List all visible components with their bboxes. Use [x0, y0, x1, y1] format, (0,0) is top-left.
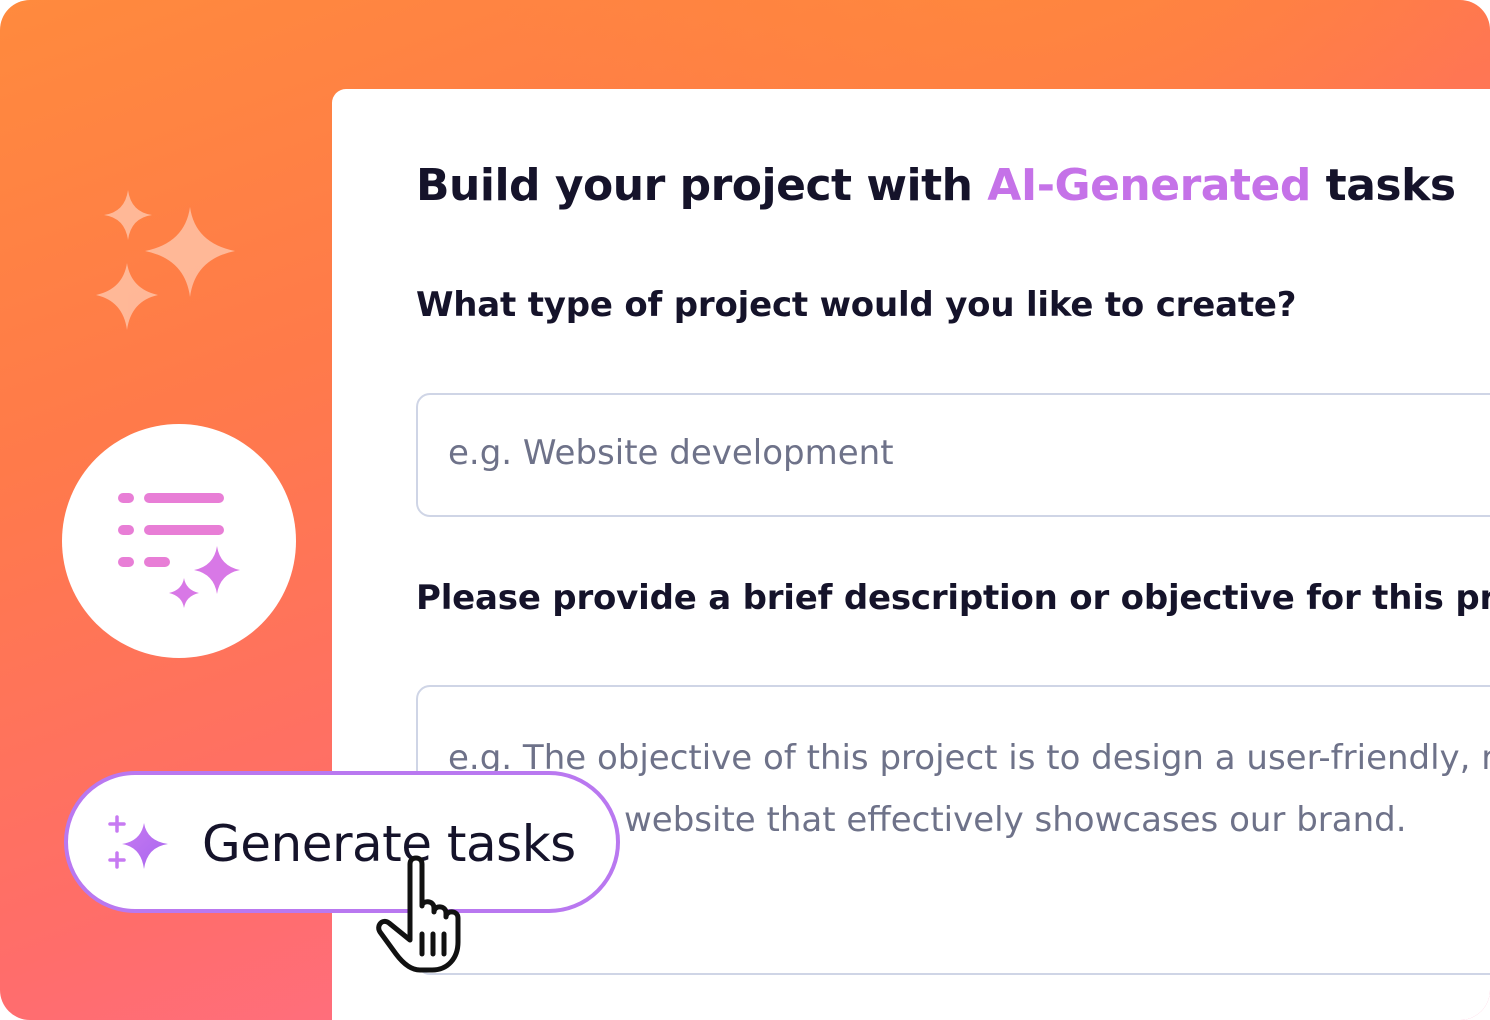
project-description-label: Please provide a brief description or ob… — [416, 578, 1490, 618]
ai-task-list-badge — [62, 424, 296, 658]
project-description-placeholder-line2: website that effectively showcases our b… — [624, 800, 1407, 840]
generate-tasks-button[interactable]: Generate tasks — [64, 771, 620, 913]
title-prefix: Build your project with — [416, 160, 988, 211]
title-accent: AI-Generated — [987, 160, 1311, 211]
project-type-label: What type of project would you like to c… — [416, 285, 1297, 325]
sparkles-icon — [96, 190, 235, 330]
sparkle-icon — [108, 815, 168, 869]
page-title: Build your project with AI-Generated tas… — [416, 160, 1456, 211]
project-type-placeholder: e.g. Website development — [448, 433, 894, 473]
ai-task-list-icon — [118, 493, 240, 608]
hand-pointer-cursor-icon — [376, 855, 461, 973]
hero-background: Build your project with AI-Generated tas… — [0, 0, 1490, 1020]
title-suffix: tasks — [1310, 160, 1456, 211]
project-type-input[interactable]: e.g. Website development — [416, 393, 1490, 517]
project-description-placeholder-line1: e.g. The objective of this project is to… — [448, 738, 1490, 778]
